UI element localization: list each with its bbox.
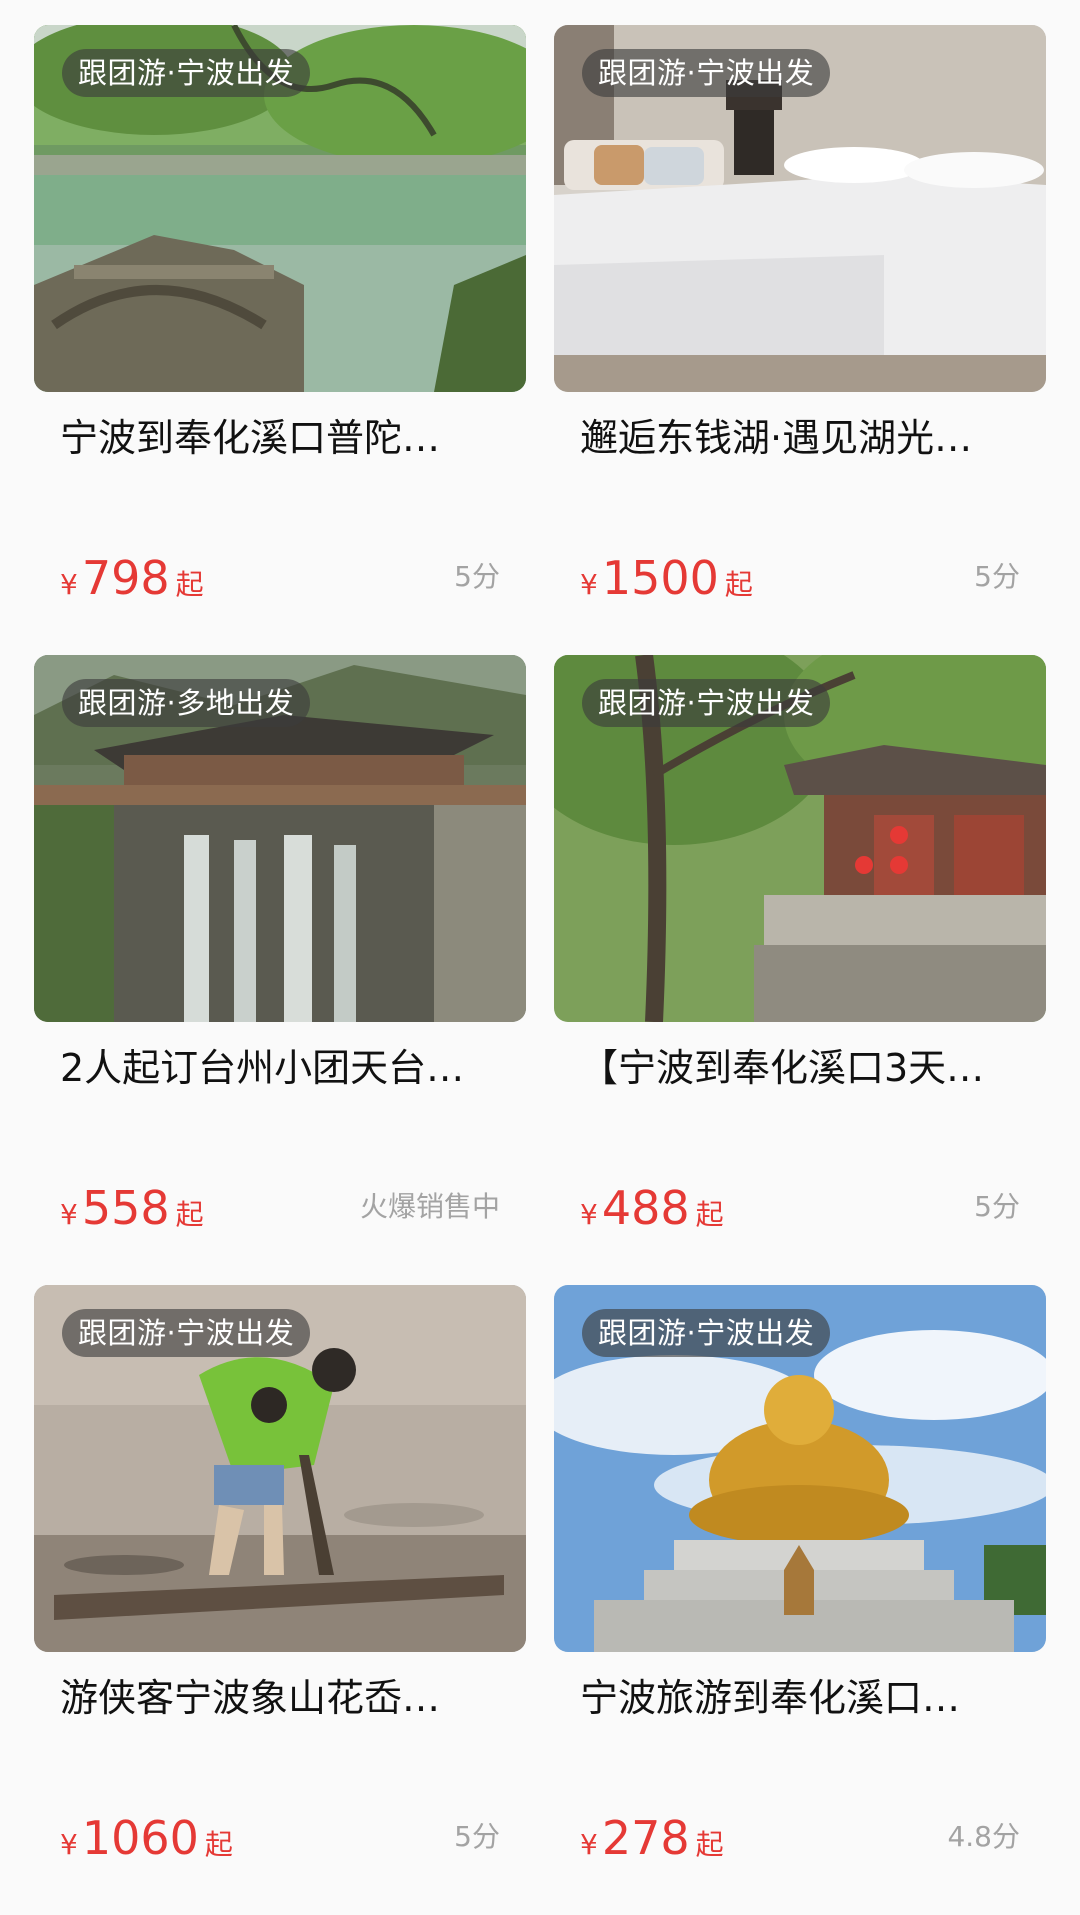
price-value: 1500 [601,551,719,605]
price-suffix: 起 [175,1198,204,1231]
product-image[interactable]: 跟团游·宁波出发 [554,1285,1046,1652]
price-row: ¥278 起 4.8分 [580,1805,1020,1865]
price-row: ¥1500 起 5分 [580,545,1020,605]
product-card[interactable]: 跟团游·宁波出发 游侠客宁波象山花岙… ¥1060 起 5分 [34,1285,526,1915]
price-value: 1060 [81,1811,199,1865]
rating: 5分 [454,1820,500,1853]
product-tag: 跟团游·宁波出发 [582,1309,831,1357]
sales-status: 火爆销售中 [359,1190,500,1223]
rating: 5分 [974,1190,1020,1223]
product-tag: 跟团游·宁波出发 [582,679,831,727]
price: ¥1060 起 [60,1811,233,1865]
currency-symbol: ¥ [580,568,598,601]
product-card[interactable]: 跟团游·宁波出发 邂逅东钱湖·遇见湖光… ¥1500 起 5分 [554,25,1046,655]
price-suffix: 起 [695,1828,724,1861]
price: ¥558 起 [60,1181,204,1235]
product-card[interactable]: 跟团游·宁波出发 宁波旅游到奉化溪口… ¥278 起 4.8分 [554,1285,1046,1915]
product-image[interactable]: 跟团游·宁波出发 [34,1285,526,1652]
product-image[interactable]: 跟团游·宁波出发 [34,25,526,392]
currency-symbol: ¥ [580,1198,598,1231]
product-tag: 跟团游·多地出发 [62,679,311,727]
product-title[interactable]: 宁波旅游到奉化溪口… [580,1670,1020,1726]
price-row: ¥558 起 火爆销售中 [60,1175,500,1235]
price: ¥488 起 [580,1181,724,1235]
price-suffix: 起 [204,1828,233,1861]
product-title[interactable]: 邂逅东钱湖·遇见湖光… [580,410,1020,466]
price-suffix: 起 [724,568,753,601]
product-card[interactable]: 跟团游·宁波出发 宁波到奉化溪口普陀… ¥798 起 5分 [34,25,526,655]
price: ¥278 起 [580,1811,724,1865]
price-value: 278 [601,1811,690,1865]
rating: 5分 [454,560,500,593]
price-value: 488 [601,1181,690,1235]
rating: 5分 [974,560,1020,593]
currency-symbol: ¥ [60,1828,78,1861]
product-image[interactable]: 跟团游·宁波出发 [554,655,1046,1022]
product-card[interactable]: 跟团游·多地出发 2人起订台州小团天台… ¥558 起 火爆销售中 [34,655,526,1285]
product-title[interactable]: 【宁波到奉化溪口3天… [580,1040,1020,1096]
currency-symbol: ¥ [580,1828,598,1861]
product-card[interactable]: 跟团游·宁波出发 【宁波到奉化溪口3天… ¥488 起 5分 [554,655,1046,1285]
product-image[interactable]: 跟团游·宁波出发 [554,25,1046,392]
product-tag: 跟团游·宁波出发 [62,49,311,97]
currency-symbol: ¥ [60,1198,78,1231]
rating: 4.8分 [947,1820,1020,1853]
price-suffix: 起 [695,1198,724,1231]
product-title[interactable]: 2人起订台州小团天台… [60,1040,500,1096]
product-title[interactable]: 宁波到奉化溪口普陀… [60,410,500,466]
price: ¥798 起 [60,551,204,605]
price-value: 558 [81,1181,170,1235]
product-tag: 跟团游·宁波出发 [582,49,831,97]
price-suffix: 起 [175,568,204,601]
product-title[interactable]: 游侠客宁波象山花岙… [60,1670,500,1726]
product-tag: 跟团游·宁波出发 [62,1309,311,1357]
product-grid: 跟团游·宁波出发 宁波到奉化溪口普陀… ¥798 起 5分 跟团游·宁波出发 邂… [34,25,1046,1915]
price: ¥1500 起 [580,551,753,605]
product-image[interactable]: 跟团游·多地出发 [34,655,526,1022]
currency-symbol: ¥ [60,568,78,601]
price-row: ¥1060 起 5分 [60,1805,500,1865]
price-value: 798 [81,551,170,605]
price-row: ¥488 起 5分 [580,1175,1020,1235]
price-row: ¥798 起 5分 [60,545,500,605]
